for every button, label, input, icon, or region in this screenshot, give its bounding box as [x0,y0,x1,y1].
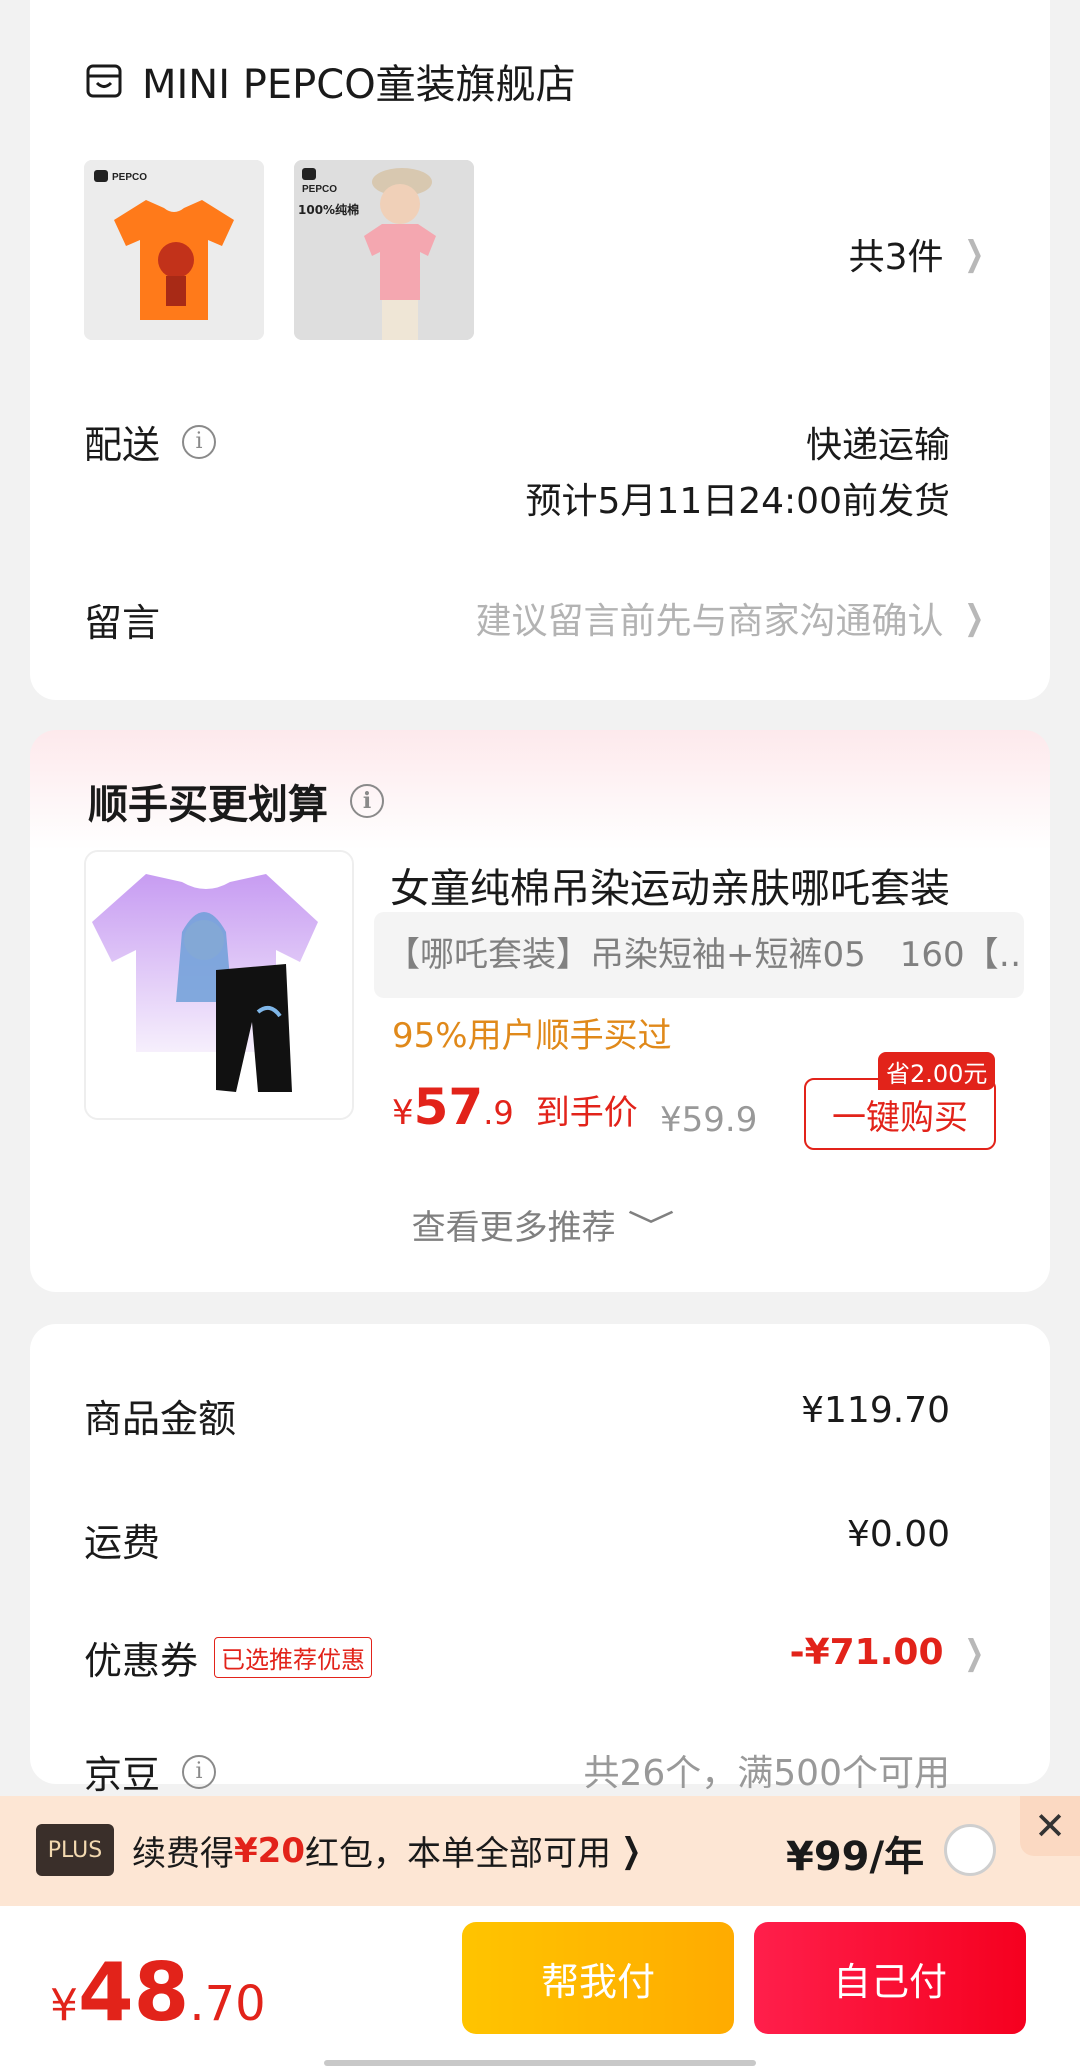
plus-select-radio[interactable] [944,1824,996,1876]
coupon-tag: 已选推荐优惠 [214,1637,373,1678]
item-count: 共3件 [848,237,944,278]
beans-value: 共26个，满500个可用 [583,1753,950,1794]
price-tag: 到手价 [535,1093,638,1133]
message-label: 留言 [84,601,161,645]
delivery-info[interactable]: 快递运输 预计5月11日24:00前发货 [526,418,950,530]
beans-text: 京豆 [84,1753,161,1797]
thumb2-badge: 100%纯棉 [298,202,359,217]
pink-tshirt-image: PEPCO 100%纯棉 [294,160,474,340]
delivery-label: 配送 [84,423,161,467]
help-me-pay-button[interactable]: 帮我付 [462,1922,734,2034]
total-decimal: .70 [189,1976,266,2032]
delivery-eta: 预计5月11日24:00前发货 [525,481,950,522]
coupon-text: 优惠券 [84,1639,199,1683]
close-icon[interactable]: ✕ [1020,1796,1080,1856]
chevron-right-icon: ❯ [963,234,984,274]
plus-renew-banner[interactable]: PLUS 续费得 ¥20 红包，本单全部可用 ❯ ¥99/年 ✕ [0,1796,1080,1906]
original-price: ¥59.9 [660,1100,758,1140]
price-currency: ¥ [392,1093,414,1133]
recommend-bought-note: 95%用户顺手买过 [392,1016,672,1056]
store-header[interactable]: MINI PEPCO童装旗舰店 [84,52,576,110]
store-card: MINI PEPCO童装旗舰店 PEPCO PEPCO 100%纯棉 共3件 ❯… [30,0,1050,700]
shipping-value: ¥0.00 [846,1514,950,1555]
thumb2-brand: PEPCO [302,184,337,195]
store-name: MINI PEPCO童装旗舰店 [142,62,576,108]
total-currency: ¥ [50,1980,78,2031]
home-indicator[interactable] [324,2060,756,2066]
product-thumb-pink-tshirt[interactable]: PEPCO 100%纯棉 [294,160,474,340]
pay-myself-button[interactable]: 自己付 [754,1922,1026,2034]
save-badge: 省2.00元 [878,1052,996,1090]
plus-text-amount: ¥20 [234,1830,305,1871]
nezha-set-image [86,852,352,1118]
info-icon[interactable]: i [182,1754,217,1789]
message-label-row: 留言 [84,592,160,647]
info-icon[interactable]: i [182,424,217,459]
recommend-price: ¥ 57 .9 到手价 [392,1078,638,1136]
recommend-product-name[interactable]: 女童纯棉吊染运动亲肤哪吒套装 [390,856,950,914]
plus-badge: PLUS [36,1824,114,1876]
goods-amount-text: 商品金额 [84,1397,237,1441]
coupon-value: -¥71.00 [789,1632,944,1673]
more-recommend-link[interactable]: 查看更多推荐 ﹀ [30,1200,1050,1249]
beans-label-row: 京豆 i [84,1744,217,1799]
total-integer: 48 [78,1946,190,2039]
recommend-product-image[interactable] [84,850,354,1120]
price-decimal: .9 [483,1094,514,1132]
chevron-down-icon: ﹀ [627,1208,676,1248]
chevron-right-icon: ❯ [621,1830,642,1871]
recommend-header: 顺手买更划算 i [88,772,384,830]
goods-amount-value: ¥119.70 [801,1390,950,1431]
goods-amount-label: 商品金额 [84,1388,236,1443]
orange-tshirt-image: PEPCO [84,160,264,340]
plus-promo-text[interactable]: 续费得 ¥20 红包，本单全部可用 ❯ [132,1826,645,1875]
chevron-right-icon: ❯ [963,598,984,638]
recommend-card: 顺手买更划算 i 女童纯棉吊染运动亲肤哪吒套装 【哪吒套装】吊染短袖+短裤05 … [30,730,1050,1292]
message-placeholder: 建议留言前先与商家沟通确认 [475,601,944,642]
more-recommend-label: 查看更多推荐 [411,1208,616,1248]
product-thumb-orange-tshirt[interactable]: PEPCO [84,160,264,340]
checkout-bar: ¥ 48 .70 帮我付 自己付 [0,1906,1080,2072]
chevron-right-icon: ❯ [963,1632,984,1673]
shipping-label: 运费 [84,1512,160,1567]
item-count-link[interactable]: 共3件 ❯ [849,228,988,280]
delivery-method: 快递运输 [805,425,950,466]
message-field[interactable]: 建议留言前先与商家沟通确认 ❯ [475,592,988,644]
plus-text-post: 红包，本单全部可用 [304,1834,611,1874]
info-icon[interactable]: i [350,784,384,818]
thumb1-brand: PEPCO [112,172,147,183]
coupon-value-link[interactable]: -¥71.00 ❯ [790,1632,988,1673]
recommend-title: 顺手买更划算 [88,782,328,828]
total-price: ¥ 48 .70 [50,1946,266,2039]
price-integer: 57 [413,1078,484,1136]
recommend-spec-selector[interactable]: 【哪吒套装】吊染短袖+短裤05 160【… [374,912,1024,998]
shipping-text: 运费 [84,1521,161,1565]
order-summary-card: 商品金额 ¥119.70 运费 ¥0.00 优惠券 已选推荐优惠 -¥71.00… [30,1324,1050,1797]
store-icon [86,64,122,98]
plus-text-pre: 续费得 [132,1834,234,1874]
plus-price: ¥99/年 [786,1834,925,1880]
coupon-row-label[interactable]: 优惠券 已选推荐优惠 [84,1630,373,1685]
delivery-label-row: 配送 i [84,414,217,469]
